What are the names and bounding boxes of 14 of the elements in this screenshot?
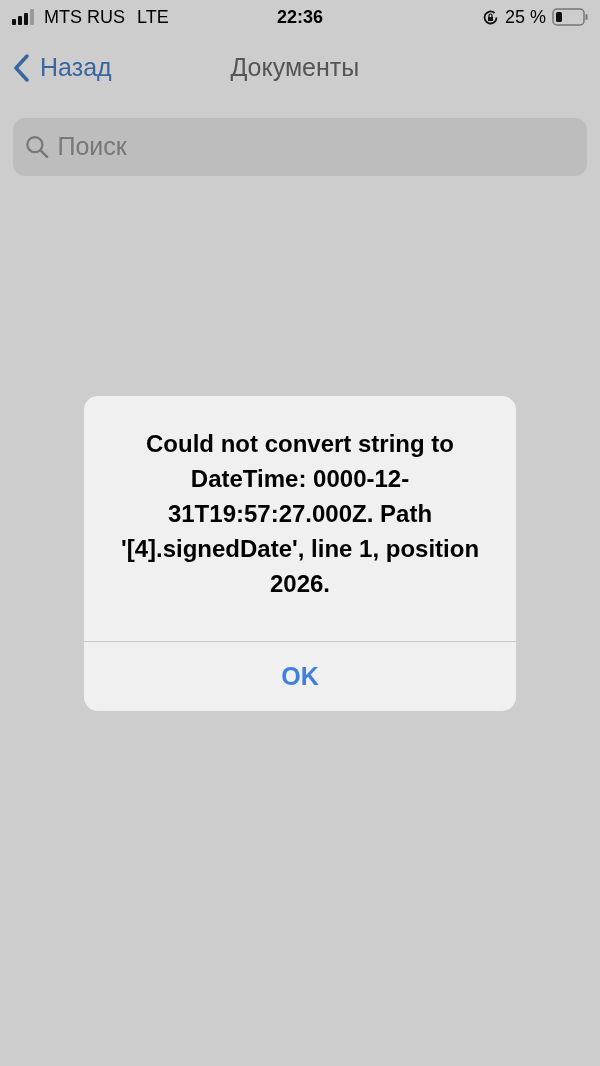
rotation-lock-icon (481, 8, 499, 26)
network-type: LTE (137, 5, 169, 29)
carrier-name: MTS RUS (44, 5, 125, 29)
alert-message: Could not convert string to DateTime: 0000-12-31T19:57:27.000Z. Path '[4].signedDate', line 1, position 2026. (119, 429, 481, 599)
ok-button[interactable]: OK (84, 641, 516, 711)
chevron-left-icon (12, 54, 30, 82)
screen-title: Документы (230, 52, 360, 84)
search-input[interactable]: Поиск (57, 128, 575, 166)
clock: 22:36 (276, 5, 323, 29)
battery-percentage: 25 % (504, 5, 546, 29)
search-icon (25, 134, 50, 160)
battery-icon (552, 8, 588, 26)
back-button[interactable]: Назад (12, 49, 112, 87)
search-field[interactable]: Поиск (13, 118, 587, 176)
